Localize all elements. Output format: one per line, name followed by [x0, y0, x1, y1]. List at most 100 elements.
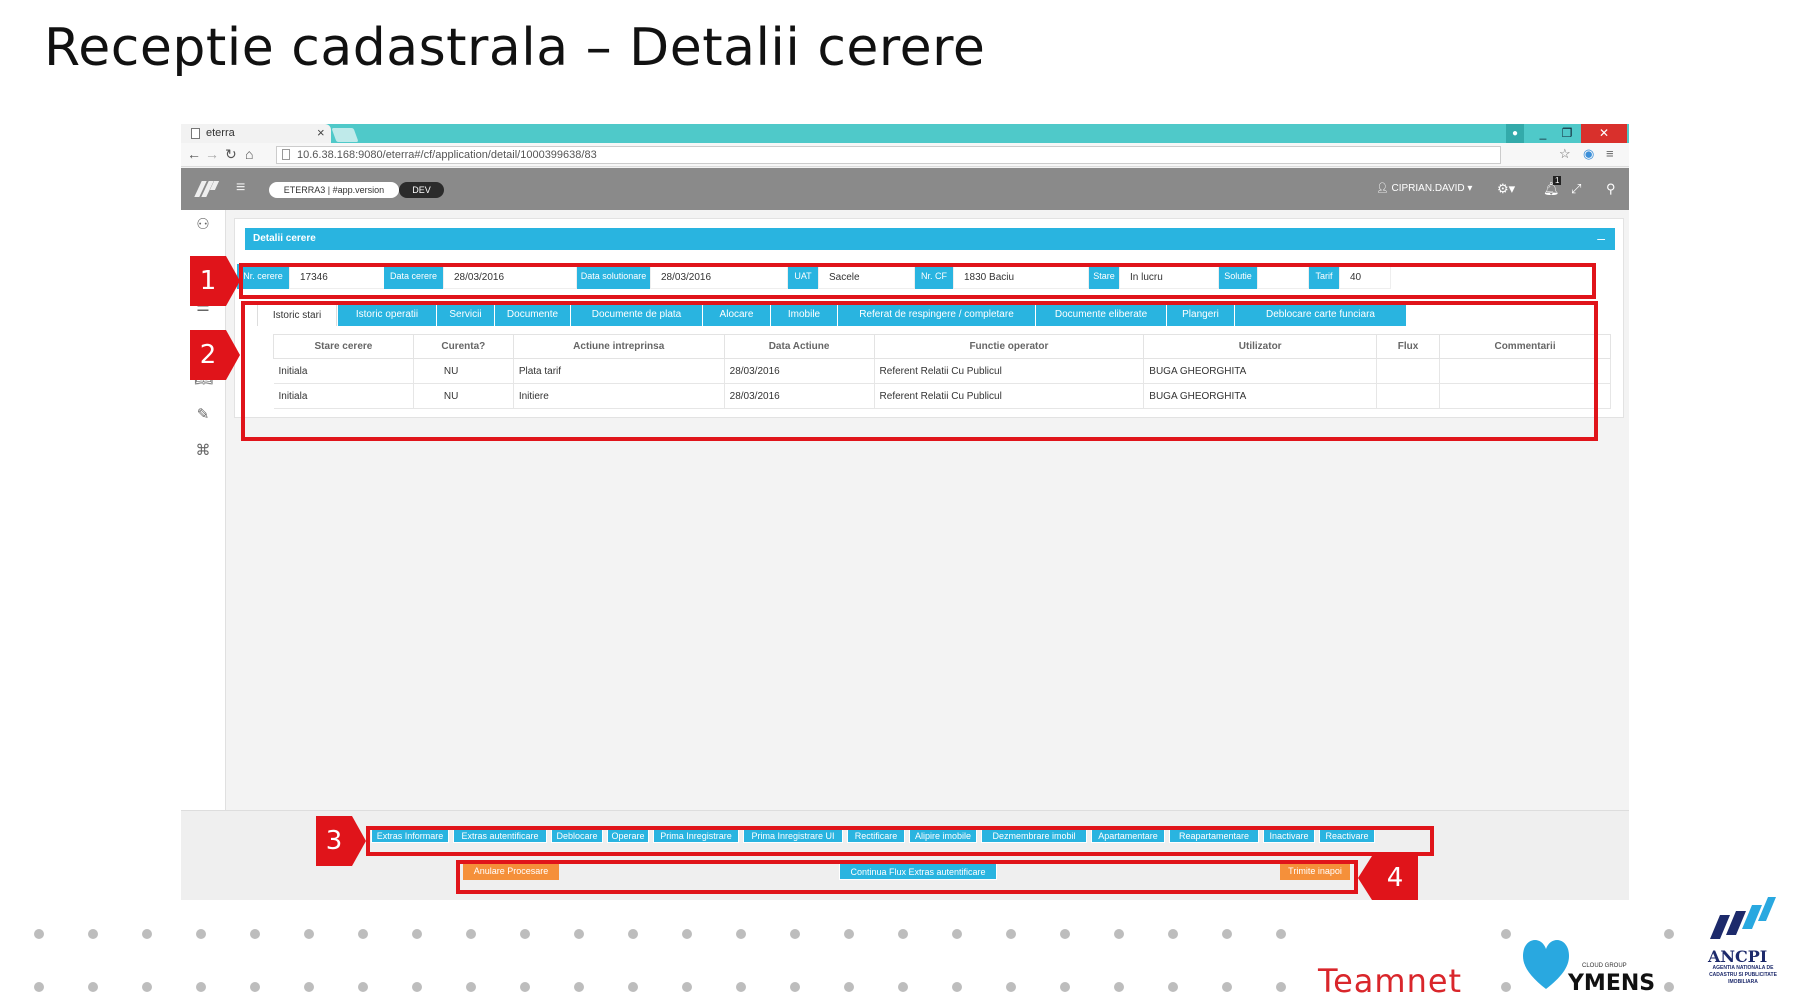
notification-badge: 1 — [1553, 176, 1562, 185]
decorative-dot — [304, 929, 314, 939]
close-window-icon[interactable]: ✕ — [1581, 124, 1627, 143]
decorative-dot — [250, 982, 260, 992]
decorative-dot — [1222, 929, 1232, 939]
arrow-left-icon — [1358, 856, 1372, 900]
page-icon — [191, 128, 200, 139]
app-screenshot: eterra × ● _ ❐ ✕ ← → ↻ ⌂ 10.6.38.168:908… — [181, 124, 1629, 900]
decorative-dot — [196, 929, 206, 939]
decorative-dot — [466, 929, 476, 939]
decorative-dot — [1664, 982, 1674, 992]
address-bar: ← → ↻ ⌂ 10.6.38.168:9080/eterra#/cf/appl… — [181, 143, 1629, 167]
decorative-dot — [682, 982, 692, 992]
decorative-dot — [358, 982, 368, 992]
browser-menu-icon[interactable]: ≡ — [1606, 146, 1614, 161]
browser-tab[interactable]: eterra × — [181, 124, 331, 143]
user-name: CIPRIAN.DAVID — [1391, 183, 1465, 194]
tag-icon[interactable]: ⌘ — [194, 442, 212, 460]
edit-icon[interactable]: ✎ — [194, 406, 212, 424]
ancpi-emblem-icon — [1710, 897, 1776, 939]
arrow-right-icon — [226, 256, 240, 306]
decorative-dot — [1276, 982, 1286, 992]
decorative-dot — [412, 929, 422, 939]
decorative-dot — [1006, 929, 1016, 939]
decorative-dot — [628, 982, 638, 992]
decorative-dot — [844, 982, 854, 992]
minimize-icon[interactable]: _ — [1531, 124, 1555, 143]
decorative-dot — [88, 982, 98, 992]
ymens-heart-icon — [1522, 940, 1570, 989]
maximize-icon[interactable]: ❐ — [1555, 124, 1579, 143]
ancpi-name: ANCPI — [1708, 947, 1768, 966]
new-tab-button[interactable] — [331, 128, 359, 142]
version-pill: ETERRA3 | #app.version — [269, 182, 399, 198]
url-text: 10.6.38.168:9080/eterra#/cf/application/… — [297, 149, 597, 161]
back-icon[interactable]: ← — [187, 146, 201, 162]
panel-header: Detalii cerere – — [245, 228, 1615, 250]
decorative-dot — [844, 929, 854, 939]
profile-icon[interactable]: ● — [1506, 124, 1524, 143]
decorative-dot — [1114, 929, 1124, 939]
annotation-box-2 — [241, 301, 1598, 441]
extension-icon[interactable]: ◉ — [1583, 146, 1594, 162]
decorative-dot — [250, 929, 260, 939]
decorative-dot — [520, 982, 530, 992]
user-icon: 👤︎ — [1376, 183, 1389, 194]
annotation-number: 1 — [190, 256, 226, 306]
collapse-icon[interactable]: – — [1597, 230, 1605, 246]
decorative-dot — [898, 982, 908, 992]
forward-icon[interactable]: → — [205, 146, 219, 162]
decorative-dot — [1664, 929, 1674, 939]
annotation-marker-4: 4 — [1358, 856, 1418, 900]
url-input[interactable]: 10.6.38.168:9080/eterra#/cf/application/… — [276, 146, 1501, 164]
hamburger-menu-icon[interactable]: ≡ — [236, 179, 245, 197]
decorative-dot — [736, 929, 746, 939]
globe-icon[interactable]: ⚙▾ — [1497, 181, 1515, 197]
decorative-dot — [1222, 982, 1232, 992]
decorative-dot — [1501, 929, 1511, 939]
decorative-dot — [34, 929, 44, 939]
user-icon[interactable]: ⚇ — [194, 216, 212, 234]
decorative-dot — [736, 982, 746, 992]
eterra-logo-icon[interactable] — [194, 179, 220, 199]
decorative-dot — [358, 929, 368, 939]
annotation-number: 3 — [316, 816, 352, 866]
decorative-dot — [88, 929, 98, 939]
annotation-marker-1: 1 — [190, 256, 240, 306]
bookmark-star-icon[interactable]: ☆ — [1559, 146, 1571, 162]
annotation-box-1 — [239, 263, 1596, 299]
environment-badge: DEV — [399, 182, 444, 198]
decorative-dot — [466, 982, 476, 992]
close-tab-icon[interactable]: × — [317, 125, 325, 140]
decorative-dot — [196, 982, 206, 992]
decorative-dot — [790, 982, 800, 992]
decorative-dot — [1168, 982, 1178, 992]
decorative-dot — [952, 929, 962, 939]
decorative-dot — [952, 982, 962, 992]
slide: Receptie cadastrala – Detalii cerere ete… — [0, 0, 1800, 1008]
annotation-marker-3: 3 — [316, 816, 366, 866]
decorative-dot — [412, 982, 422, 992]
page-icon — [282, 149, 290, 160]
home-icon[interactable]: ⌂ — [245, 146, 253, 162]
decorative-dot — [142, 982, 152, 992]
decorative-dot — [142, 929, 152, 939]
decorative-dot — [1114, 982, 1124, 992]
app-header: ≡ ETERRA3 | #app.version DEV 👤︎ CIPRIAN.… — [181, 168, 1629, 210]
user-menu[interactable]: 👤︎ CIPRIAN.DAVID ▾ — [1376, 183, 1472, 194]
search-icon[interactable]: ⚲ — [1606, 181, 1616, 197]
slide-title: Receptie cadastrala – Detalii cerere — [44, 18, 986, 78]
ymens-caption: CLOUD GROUP — [1582, 963, 1627, 969]
decorative-dot — [1168, 929, 1178, 939]
decorative-dot — [1276, 929, 1286, 939]
reload-icon[interactable]: ↻ — [225, 146, 237, 163]
annotation-marker-2: 2 — [190, 330, 240, 380]
decorative-dot — [628, 929, 638, 939]
decorative-dot — [574, 929, 584, 939]
decorative-dot — [520, 929, 530, 939]
fullscreen-icon[interactable]: ⤢ — [1571, 181, 1581, 197]
decorative-dot — [1501, 982, 1511, 992]
arrow-right-icon — [226, 330, 240, 380]
decorative-dot — [898, 929, 908, 939]
decorative-dot — [790, 929, 800, 939]
decorative-dot — [1006, 982, 1016, 992]
